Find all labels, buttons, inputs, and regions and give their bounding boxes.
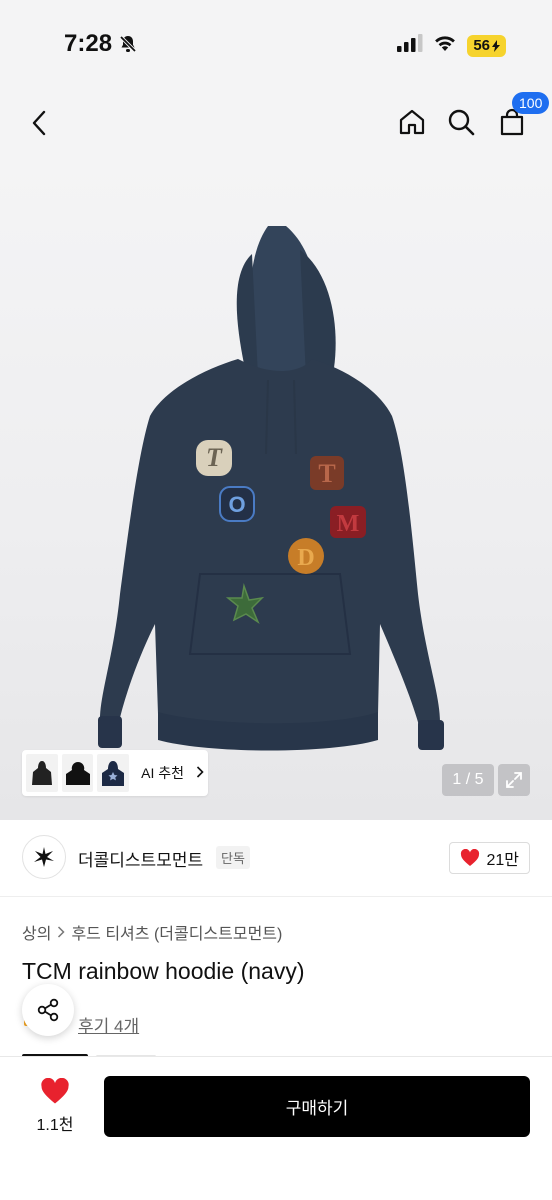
wishlist-button[interactable]: 1.1천 [26,1078,84,1138]
svg-text:M: M [337,511,360,537]
status-bar: 7:28 56 [0,0,552,90]
share-button[interactable] [22,984,74,1036]
share-icon [37,998,59,1022]
search-button[interactable] [443,104,479,140]
svg-text:T: T [318,459,335,488]
heart-icon [461,849,480,866]
wishlist-count: 1.1천 [36,1117,74,1134]
signal-icon [397,34,423,57]
search-icon [448,109,475,136]
thumbnail-1[interactable] [26,754,58,792]
brand-logo[interactable] [22,835,66,879]
svg-text:T: T [206,443,223,472]
cart-count-badge: 100 [512,92,550,114]
patch-t-cream: T [196,440,232,476]
expand-image-button[interactable] [498,764,530,796]
status-time: 7:28 [64,30,113,57]
product-image-gallery[interactable]: T O T M D AI 추천 1 / 5 [0,154,552,820]
back-button[interactable] [22,106,56,140]
review-count-link[interactable]: 후기 4개 [78,1012,139,1037]
status-right: 56 [397,34,506,57]
thumbnail-2[interactable] [61,754,94,792]
patch-t-brown: T [310,456,344,490]
patch-o-blue: O [219,486,255,522]
svg-text:D: D [297,545,314,571]
image-page-counter: 1 / 5 [442,764,494,796]
breadcrumb-category[interactable]: 상의 [22,920,51,944]
patch-d-orange: D [288,538,324,574]
battery-level: 56 [473,36,490,54]
home-button[interactable] [394,104,430,140]
heart-icon [41,1078,69,1104]
buy-button[interactable]: 구매하기 [104,1076,530,1137]
chevron-left-icon [32,110,46,136]
product-title: TCM rainbow hoodie (navy) [22,958,305,984]
exclusive-badge: 단독 [216,846,250,869]
chevron-right-icon [58,926,66,938]
product-image-hoodie: T O T M D [98,226,444,751]
app-header: 100 [0,90,552,154]
bell-muted-icon [118,34,138,59]
patch-m-red: M [330,506,366,538]
breadcrumb: 상의 후드 티셔츠 (더콜디스트모먼트) [22,920,282,944]
brand-row[interactable]: 더콜디스트모먼트 단독 21만 [0,820,552,896]
charging-bolt-icon [492,39,500,52]
divider [0,896,552,897]
brand-star-logo-icon [34,847,54,867]
brand-name[interactable]: 더콜디스트모먼트 [78,846,203,871]
wifi-icon [433,34,457,57]
breadcrumb-subcategory[interactable]: 후드 티셔츠 (더콜디스트모먼트) [71,920,282,944]
home-icon [399,109,425,135]
chevron-right-icon [196,765,204,781]
svg-text:O: O [228,492,245,517]
brand-like-button[interactable]: 21만 [449,842,530,874]
brand-like-count: 21만 [486,852,519,869]
ai-recommend-strip[interactable]: AI 추천 [22,750,208,796]
thumbnail-3[interactable] [97,754,130,792]
cart-button[interactable]: 100 [494,92,550,140]
ai-recommend-label: AI 추천 [141,765,184,781]
expand-icon [506,772,522,788]
battery-indicator: 56 [467,34,506,57]
